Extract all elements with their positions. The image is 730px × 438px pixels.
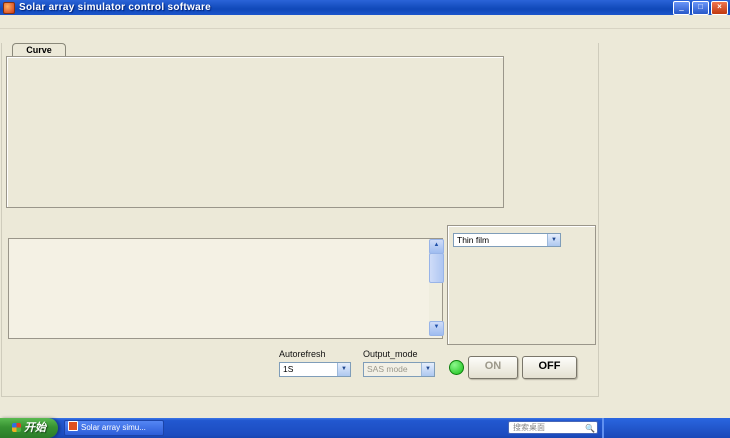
autorefresh-select[interactable]: 1S ▼: [279, 362, 351, 377]
windows-flag-icon: [12, 423, 21, 432]
output-mode-select[interactable]: SAS mode ▼: [363, 362, 435, 377]
app-icon: [3, 1, 15, 14]
maximize-button[interactable]: □: [692, 1, 709, 15]
title-bar: Solar array simulator control software _…: [0, 0, 730, 15]
taskbar-item-solar-app[interactable]: Solar array simu...: [64, 420, 164, 436]
curve-box: [6, 56, 504, 208]
start-label: 开始: [24, 422, 46, 434]
system-tray: [602, 418, 730, 438]
start-button[interactable]: 开始: [0, 418, 58, 438]
minimize-button[interactable]: _: [673, 1, 690, 15]
off-button[interactable]: OFF: [522, 356, 577, 379]
table-scrollbar[interactable]: ▲ ▼: [429, 239, 444, 336]
output-mode-value: SAS mode: [367, 364, 408, 374]
chevron-down-icon: ▼: [421, 363, 434, 376]
pv-model-select[interactable]: Thin film ▼: [453, 233, 561, 247]
autorefresh-value: 1S: [283, 364, 294, 374]
sequence-table-wrap: ▲ ▼: [8, 238, 444, 339]
taskbar-item-label: Solar array simu...: [81, 423, 146, 432]
chevron-down-icon: ▼: [337, 363, 350, 376]
chevron-down-icon: ▼: [547, 234, 560, 246]
output-mode-label: Output_mode: [363, 349, 418, 359]
menu-bar: [0, 15, 730, 29]
search-placeholder: 搜索桌面: [513, 423, 545, 432]
search-icon: 🔍: [585, 424, 595, 433]
status-bar: [0, 399, 730, 416]
scroll-down-icon[interactable]: ▼: [429, 321, 444, 336]
close-button[interactable]: ×: [711, 1, 728, 15]
scroll-thumb[interactable]: [429, 253, 444, 283]
autorefresh-label: Autorefresh: [279, 349, 326, 359]
taskbar-search-input[interactable]: 搜索桌面 🔍: [508, 421, 598, 434]
scroll-up-icon[interactable]: ▲: [429, 239, 444, 254]
tab-curve[interactable]: Curve: [12, 43, 66, 57]
window-title: Solar array simulator control software: [19, 2, 212, 13]
taskbar-app-icon: [68, 421, 78, 431]
pv-model-value: Thin film: [457, 235, 490, 245]
on-button[interactable]: ON: [468, 356, 518, 379]
output-status-indicator: [449, 360, 464, 375]
pv-model-panel: Thin film ▼: [447, 225, 596, 345]
taskbar: 开始 Solar array simu... 搜索桌面 🔍: [0, 418, 730, 438]
app-window: Solar array simulator control software _…: [0, 0, 730, 438]
content-panel: Curve ▲ ▼ Thin film ▼ Autorefresh 1S ▼ O…: [1, 43, 599, 397]
